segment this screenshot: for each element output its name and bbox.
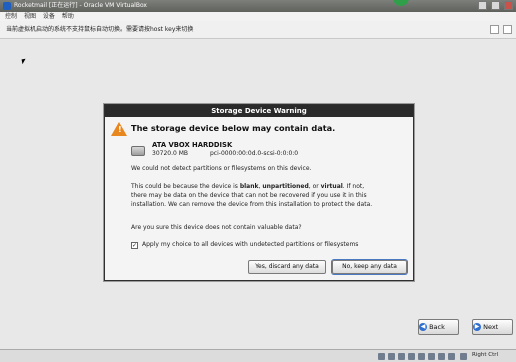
virtualbox-icon <box>3 2 11 10</box>
capture-status-icon[interactable] <box>448 353 455 360</box>
next-button[interactable]: ▶ Next <box>472 319 513 335</box>
window-titlebar: Rocketmail [正在运行] - Oracle VM VirtualBox <box>0 0 516 12</box>
device-size: 30720.0 MB <box>152 150 189 157</box>
maximize-button[interactable] <box>491 1 500 10</box>
dialog-headline: The storage device below may contain dat… <box>131 123 336 133</box>
next-arrow-icon: ▶ <box>473 323 481 331</box>
apply-all-label: Apply my choice to all devices with unde… <box>142 241 359 248</box>
menu-item-view[interactable]: 视图 <box>24 13 36 20</box>
device-path: pci-0000:00:0d.0-scsi-0:0:0:0 <box>210 150 299 157</box>
audio-status-icon[interactable] <box>398 353 405 360</box>
close-button[interactable] <box>504 1 513 10</box>
host-key-label: Right Ctrl <box>472 352 499 358</box>
window-title: Rocketmail [正在运行] - Oracle VM VirtualBox <box>14 2 147 9</box>
explanation-text: This could be because the device is blan… <box>131 183 373 209</box>
menu-item-devices[interactable]: 设备 <box>43 13 55 20</box>
usb-status-icon[interactable] <box>418 353 425 360</box>
device-name: ATA VBOX HARDDISK <box>152 141 233 149</box>
menu-item-control[interactable]: 控制 <box>5 13 17 20</box>
notification-bar: 当前虚拟机启动的系统不支持鼠标自动切换。需要请按host key来切换 <box>0 21 516 39</box>
notification-info-icon[interactable] <box>490 25 499 34</box>
menu-bar: 控制 视图 设备 帮助 <box>0 12 516 21</box>
optical-status-icon[interactable] <box>388 353 395 360</box>
apply-all-checkbox[interactable]: ✓ <box>131 242 138 249</box>
display-status-icon[interactable] <box>438 353 445 360</box>
network-status-icon[interactable] <box>408 353 415 360</box>
next-label: Next <box>483 323 499 331</box>
dialog-title: Storage Device Warning <box>105 105 413 117</box>
notification-text: 当前虚拟机启动的系统不支持鼠标自动切换。需要请按host key来切换 <box>6 26 194 33</box>
vm-status-bar: Right Ctrl <box>0 349 516 362</box>
hdd-status-icon[interactable] <box>378 353 385 360</box>
hard-disk-icon <box>131 146 145 156</box>
menu-item-help[interactable]: 帮助 <box>62 13 74 20</box>
back-button[interactable]: ◀ Back <box>418 319 459 335</box>
status-orb <box>393 0 409 6</box>
shared-folder-icon[interactable] <box>428 353 435 360</box>
discard-data-button[interactable]: Yes, discard any data <box>248 260 326 274</box>
back-arrow-icon: ◀ <box>419 323 427 331</box>
detect-message: We could not detect partitions or filesy… <box>131 165 312 172</box>
mouse-cursor-icon <box>21 58 27 65</box>
mouse-integration-icon[interactable] <box>460 353 467 360</box>
confirm-question: Are you sure this device does not contai… <box>131 224 302 231</box>
minimize-button[interactable] <box>478 1 487 10</box>
back-label: Back <box>429 323 445 331</box>
notification-close-icon[interactable] <box>503 25 512 34</box>
keep-data-button[interactable]: No, keep any data <box>332 260 407 274</box>
storage-warning-dialog: Storage Device Warning ! The storage dev… <box>104 104 414 281</box>
